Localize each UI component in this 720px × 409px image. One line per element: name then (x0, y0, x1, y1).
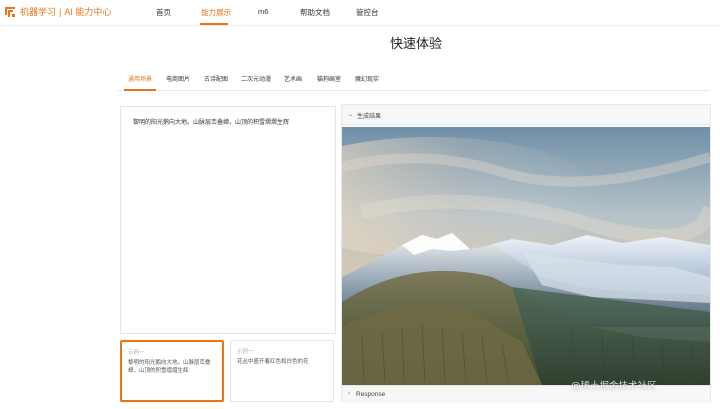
brand-separator: | (59, 6, 62, 17)
chevron-right-icon: › (348, 391, 350, 397)
tab-magic-realism[interactable]: 魔幻现实 (355, 74, 379, 83)
prompt-input[interactable]: 黎明的阳光鹅向大地。山脉层峦叠嶂，山顶的积雪熠熠生辉 (120, 106, 336, 334)
brand-name: 机器学习 (20, 7, 57, 17)
nav-active-indicator (200, 23, 228, 25)
generated-landscape-image (342, 127, 710, 385)
result-header[interactable]: ⌄ 生成结果 (342, 105, 710, 125)
tab-poem-illustration[interactable]: 古诗配图 (204, 74, 228, 83)
page-title: 快速体验 (389, 37, 442, 52)
tab-art[interactable]: 艺术画 (284, 74, 302, 83)
generated-image (342, 127, 710, 385)
brand[interactable]: 机器学习 | AI 能力中心 (4, 5, 111, 18)
nav-item-home[interactable]: 首页 (156, 7, 171, 18)
tab-active-indicator (124, 89, 156, 91)
prompt-text: 黎明的阳光鹅向大地。山脉层峦叠嶂，山顶的积雪熠熠生辉 (133, 120, 290, 126)
example-label: 示例一 (128, 350, 145, 356)
example-text: 黎明的阳光鹅向大地。山脉层峦叠嶂，山顶的积雪熠熠生辉 (128, 360, 211, 374)
response-label: Response (356, 391, 386, 398)
watermark: @稀土掘金技术社区 (571, 381, 657, 392)
brand-subtitle: AI 能力中心 (64, 7, 112, 17)
chevron-down-icon: ⌄ (348, 112, 354, 118)
top-navbar: 机器学习 | AI 能力中心 首页 能力展示 m6 帮助文档 管控台 (0, 0, 720, 26)
tab-pet-studio[interactable]: 猫狗画室 (317, 74, 341, 83)
tab-ecommerce[interactable]: 电商图片 (166, 74, 190, 83)
tab-general[interactable]: 通用场景 (128, 74, 152, 83)
nav-item-console[interactable]: 管控台 (356, 7, 379, 18)
scenario-tabs: 通用场景 电商图片 古诗配图 二次元动漫 艺术画 猫狗画室 魔幻现实 (118, 71, 710, 91)
nav-item-capability-showcase[interactable]: 能力展示 (201, 7, 231, 18)
tab-anime[interactable]: 二次元动漫 (241, 74, 271, 83)
result-panel: ⌄ 生成结果 › Response (341, 104, 711, 403)
example-card-2[interactable]: 示例一 花丛中盛开着红色和白色的花 (230, 340, 334, 402)
example-text: 花丛中盛开着红色和白色的花 (237, 359, 309, 365)
example-label: 示例一 (237, 349, 254, 355)
result-title: 生成结果 (357, 114, 382, 120)
page-title-wrap: 快速体验 (0, 33, 720, 52)
brand-logo-icon (5, 6, 15, 17)
nav-item-help-docs[interactable]: 帮助文档 (300, 7, 330, 18)
nav-item-m6[interactable]: m6 (258, 7, 268, 16)
example-card-1[interactable]: 示例一 黎明的阳光鹅向大地。山脉层峦叠嶂，山顶的积雪熠熠生辉 (120, 340, 224, 402)
